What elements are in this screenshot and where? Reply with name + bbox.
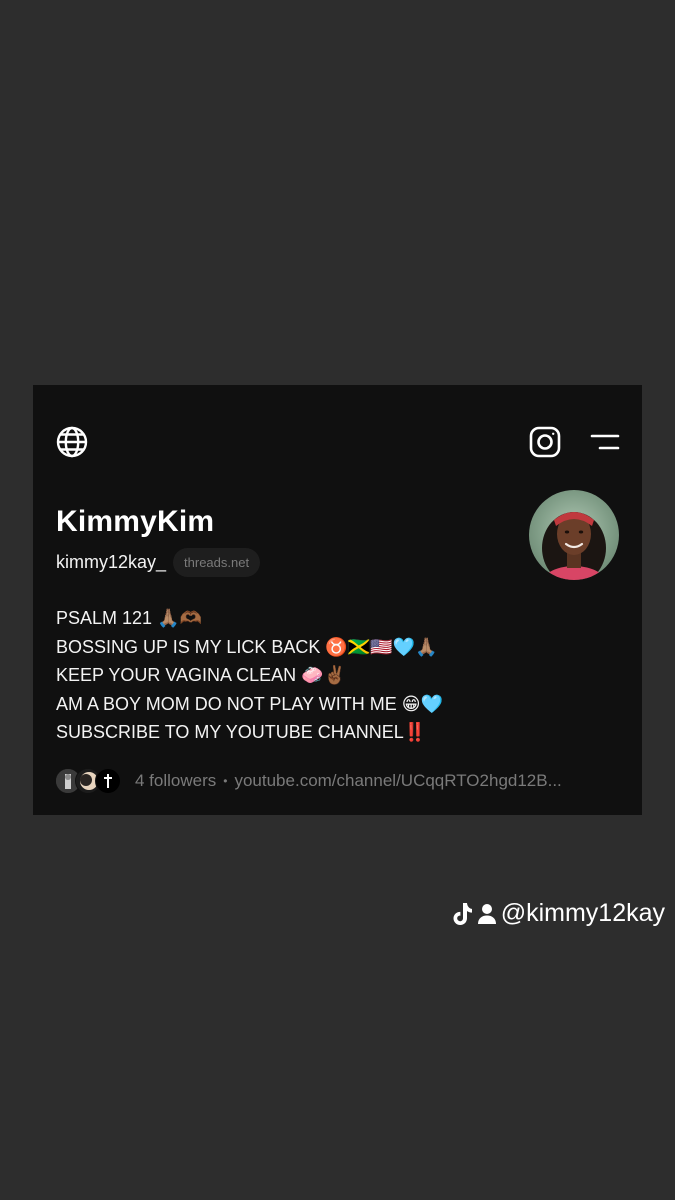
profile-link[interactable]: youtube.com/channel/UCqqRTO2hgd12B...: [234, 771, 625, 791]
threads-profile-card: KimmyKim kimmy12kay_ threads.net PSALM 1…: [33, 385, 642, 815]
globe-icon[interactable]: [55, 425, 89, 459]
profile-handle: kimmy12kay_: [56, 552, 167, 572]
bio-line: PSALM 121 🙏🏽🫶🏾: [56, 608, 202, 628]
story-page: KimmyKim kimmy12kay_ threads.net PSALM 1…: [0, 0, 675, 1200]
tiktok-username-overlay: @kimmy12kay: [451, 899, 665, 928]
threads-domain-badge[interactable]: threads.net: [173, 548, 261, 577]
tiktok-icon: [451, 902, 473, 926]
bio-line: BOSSING UP IS MY LICK BACK ♉️🇯🇲🇺🇸🩵🙏🏽: [56, 636, 438, 657]
followers-count[interactable]: 4 followers: [135, 771, 216, 791]
bio-line: KEEP YOUR VAGINA CLEAN 🧼✌🏾: [56, 665, 346, 685]
bio-line: SUBSCRIBE TO MY YOUTUBE CHANNEL‼️: [56, 722, 427, 742]
instagram-icon[interactable]: [528, 425, 562, 459]
menu-icon[interactable]: [589, 431, 621, 455]
follower-avatars[interactable]: [55, 768, 123, 794]
overlay-username: @kimmy12kay: [500, 899, 665, 927]
avatar[interactable]: [529, 490, 619, 580]
profile-bio: PSALM 121 🙏🏽🫶🏾 BOSSING UP IS MY LICK BAC…: [56, 604, 616, 747]
profile-footer: 4 followers • youtube.com/channel/UCqqRT…: [55, 768, 625, 794]
user-icon: [477, 903, 497, 925]
bio-line: AM A BOY MOM DO NOT PLAY WITH ME 😁🩵: [56, 693, 443, 714]
profile-name: KimmyKim: [56, 505, 215, 538]
separator: •: [223, 774, 228, 788]
follower-avatar: [95, 768, 121, 794]
handle-row: kimmy12kay_ threads.net: [56, 548, 261, 577]
